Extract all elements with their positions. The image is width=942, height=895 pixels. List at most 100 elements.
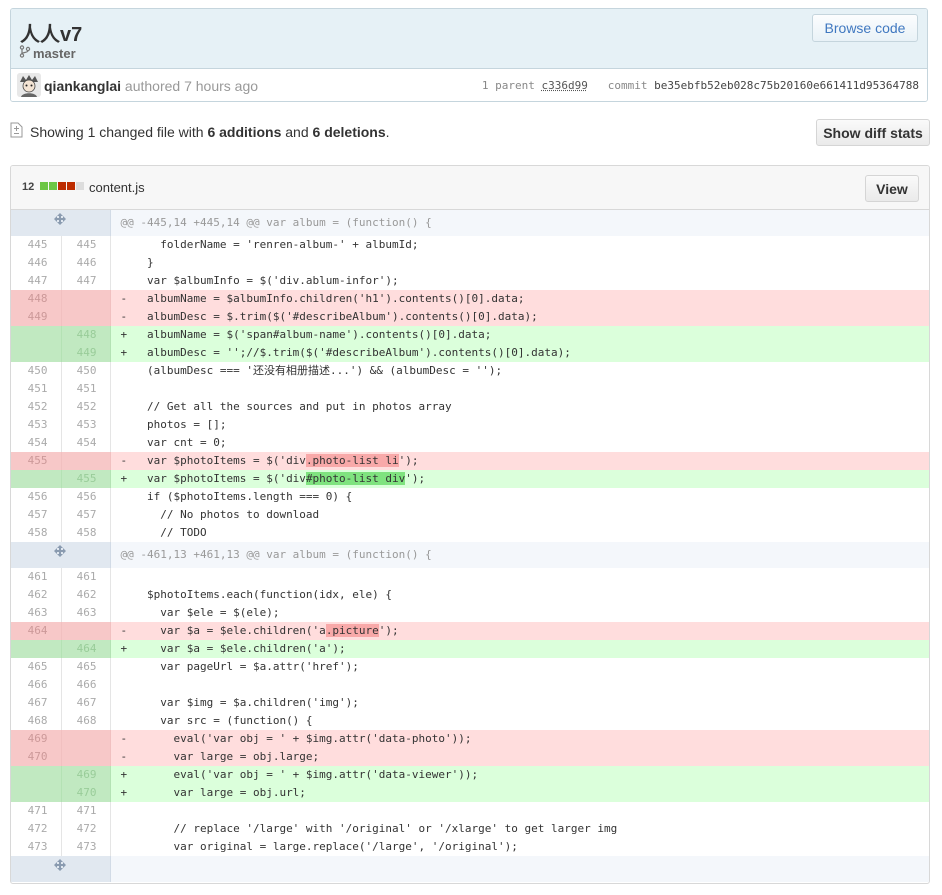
old-line-number[interactable]: 456 [11,488,62,506]
old-line-number[interactable] [11,344,62,362]
old-line-number[interactable]: 452 [11,398,62,416]
author-name[interactable]: qiankanglai [44,78,121,94]
new-line-number[interactable]: 462 [61,586,111,604]
old-line-number[interactable]: 446 [11,254,62,272]
old-line-number[interactable]: 466 [11,676,62,694]
new-line-number[interactable]: 449 [61,344,111,362]
new-line-number[interactable]: 469 [61,766,111,784]
new-line-number[interactable]: 467 [61,694,111,712]
old-line-number[interactable]: 455 [11,452,62,470]
new-line-number[interactable]: 463 [61,604,111,622]
hunk-header-row [11,856,929,882]
old-line-number[interactable]: 467 [11,694,62,712]
file-name[interactable]: content.js [89,180,145,195]
toc-deletions: 6 deletions [312,124,386,140]
toc-changed-files[interactable]: 1 changed file [88,124,175,140]
new-line-number[interactable]: 446 [61,254,111,272]
file-diff: 12 content.js View @@ -445,14 +445,14 @@… [10,165,930,884]
old-line-number[interactable]: 453 [11,416,62,434]
view-file-button[interactable]: View [865,175,919,202]
code-line: + eval('var obj = ' + $img.attr('data-vi… [110,766,929,784]
new-line-number[interactable] [61,730,111,748]
old-line-number[interactable]: 448 [11,290,62,308]
new-line-number[interactable]: 470 [61,784,111,802]
old-line-number[interactable]: 450 [11,362,62,380]
hunk-header-row: @@ -445,14 +445,14 @@ var album = (funct… [11,210,929,236]
new-line-number[interactable]: 445 [61,236,111,254]
old-line-number[interactable]: 468 [11,712,62,730]
hunk-expand[interactable] [11,856,111,882]
old-line-number[interactable]: 462 [11,586,62,604]
new-line-number[interactable] [61,452,111,470]
old-line-number[interactable]: 473 [11,838,62,856]
file-diff-icon [10,122,23,143]
new-line-number[interactable]: 447 [61,272,111,290]
expand-icon[interactable] [53,542,67,568]
new-line-number[interactable]: 458 [61,524,111,542]
new-line-number[interactable]: 466 [61,676,111,694]
new-line-number[interactable]: 450 [61,362,111,380]
browse-code-button[interactable]: Browse code [812,14,918,42]
diffstat-block [49,182,57,190]
commit-sha[interactable]: be35ebfb52eb028c75b20160e661411d95364788 [654,79,919,92]
code-line: folderName = 'renren-album-' + albumId; [120,238,419,251]
diff-line: 449 - albumDesc = $.trim($('#describeAlbu… [11,308,929,326]
new-line-number[interactable]: 471 [61,802,111,820]
code-line: $photoItems.each(function(idx, ele) { [120,588,393,601]
old-line-number[interactable] [11,784,62,802]
old-line-number[interactable]: 461 [11,568,62,586]
hunk-expand[interactable] [11,210,111,236]
old-line-number[interactable]: 458 [11,524,62,542]
new-line-number[interactable]: 468 [61,712,111,730]
diff-line: 458 458 // TODO [11,524,929,542]
old-line-number[interactable]: 457 [11,506,62,524]
old-line-number[interactable]: 451 [11,380,62,398]
old-line-number[interactable] [11,640,62,658]
old-line-number[interactable]: 469 [11,730,62,748]
hunk-expand[interactable] [11,542,111,568]
new-line-number[interactable]: 453 [61,416,111,434]
old-line-number[interactable]: 463 [11,604,62,622]
old-line-number[interactable]: 471 [11,802,62,820]
new-line-number[interactable]: 454 [61,434,111,452]
parent-sha-link[interactable]: c336d99 [541,79,587,92]
new-line-number[interactable]: 455 [61,470,111,488]
new-line-number[interactable]: 472 [61,820,111,838]
new-line-number[interactable] [61,308,111,326]
show-diff-stats-button[interactable]: Show diff stats [816,119,930,146]
new-line-number[interactable] [61,290,111,308]
new-line-number[interactable]: 457 [61,506,111,524]
new-line-number[interactable]: 473 [61,838,111,856]
new-line-number[interactable] [61,748,111,766]
old-line-number[interactable]: 465 [11,658,62,676]
old-line-number[interactable]: 472 [11,820,62,838]
new-line-number[interactable]: 464 [61,640,111,658]
old-line-number[interactable] [11,326,62,344]
code-line: if ($photoItems.length === 0) { [120,490,353,503]
branch-name[interactable]: master [33,46,76,61]
new-line-number[interactable]: 461 [61,568,111,586]
avatar[interactable] [17,73,41,97]
new-line-number[interactable]: 452 [61,398,111,416]
diff-line: 462 462 $photoItems.each(function(idx, el… [11,586,929,604]
old-line-number[interactable] [11,766,62,784]
new-line-number[interactable]: 451 [61,380,111,398]
old-line-number[interactable]: 447 [11,272,62,290]
hunk-header-text: @@ -445,14 +445,14 @@ var album = (funct… [110,210,929,236]
new-line-number[interactable]: 448 [61,326,111,344]
diffstat-bars [40,182,84,190]
hunk-header-row: @@ -461,13 +461,13 @@ var album = (funct… [11,542,929,568]
new-line-number[interactable]: 465 [61,658,111,676]
old-line-number[interactable]: 449 [11,308,62,326]
new-line-number[interactable]: 456 [61,488,111,506]
commit-meta: qiankanglai authored 7 hours ago 1 paren… [11,69,927,101]
old-line-number[interactable]: 470 [11,748,62,766]
old-line-number[interactable]: 464 [11,622,62,640]
expand-icon[interactable] [53,856,67,882]
diff-table: @@ -445,14 +445,14 @@ var album = (funct… [11,210,929,882]
new-line-number[interactable] [61,622,111,640]
old-line-number[interactable] [11,470,62,488]
expand-icon[interactable] [53,210,67,236]
old-line-number[interactable]: 445 [11,236,62,254]
old-line-number[interactable]: 454 [11,434,62,452]
